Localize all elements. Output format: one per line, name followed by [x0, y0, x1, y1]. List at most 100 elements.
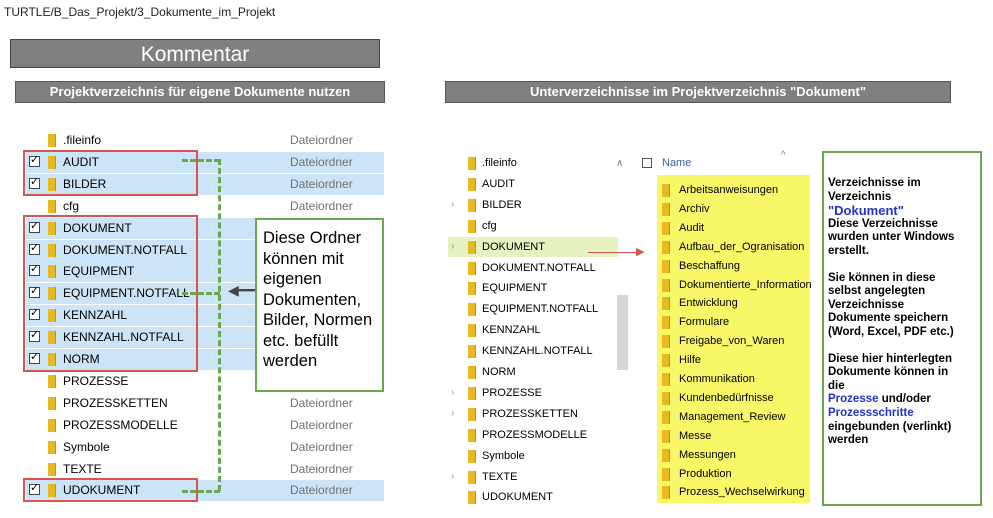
scroll-up-icon[interactable]: ∧	[616, 158, 623, 169]
tree-item[interactable]: NORM	[448, 362, 618, 382]
subfolder-label: Messe	[679, 429, 712, 442]
folder-row[interactable]: cfg Dateiordner	[26, 196, 384, 217]
name-column-header[interactable]: Name	[662, 157, 691, 169]
tree-item[interactable]: PROZESSMODELLE	[448, 425, 618, 445]
tree-item-label: AUDIT	[482, 177, 515, 190]
folder-row[interactable]: PROZESSKETTEN Dateiordner	[26, 393, 384, 414]
tree-item[interactable]: KENNZAHL.NOTFALL	[448, 341, 618, 361]
folder-name: PROZESSKETTEN	[63, 395, 168, 410]
tree-scrollbar[interactable]	[617, 295, 628, 370]
folder-row[interactable]: PROZESSMODELLE Dateiordner	[26, 415, 384, 436]
tree-item[interactable]: AUDIT	[448, 174, 618, 194]
folder-row[interactable]: .fileinfo Dateiordner	[26, 130, 384, 151]
folder-icon	[48, 418, 56, 432]
subfolder-label: Management_Review	[679, 410, 786, 423]
folder-icon	[48, 396, 56, 410]
info-line: wurden unter Windows	[828, 231, 955, 244]
folder-type: Dateiordner	[290, 154, 353, 169]
chevron-right-icon[interactable]: ›	[451, 383, 454, 403]
select-all-checkbox[interactable]	[642, 158, 652, 168]
chevron-right-icon[interactable]: ›	[451, 404, 454, 424]
info-line: Verzeichnisse im	[828, 177, 921, 189]
folder-name: PROZESSMODELLE	[63, 417, 178, 432]
folder-icon	[48, 462, 56, 476]
tree-item[interactable]: EQUIPMENT	[448, 278, 618, 298]
folder-name: TEXTE	[63, 461, 102, 476]
folder-icon	[468, 386, 476, 400]
folder-icon	[662, 316, 670, 330]
info-line: Verzeichnisse	[828, 298, 905, 311]
folder-icon	[48, 440, 56, 454]
subfolder-label: Audit	[679, 221, 705, 234]
info-line: Verzeichnis	[828, 190, 892, 203]
folder-row[interactable]: TEXTE Dateiordner	[26, 459, 384, 480]
folder-name: .fileinfo	[63, 133, 102, 147]
tree-item-label: PROZESSKETTEN	[482, 407, 578, 420]
callout-text: Diese Ordner können mit eigenen Dokument…	[263, 229, 373, 370]
folder-icon	[468, 407, 476, 421]
tree-item[interactable]: .fileinfo	[448, 153, 618, 173]
tree-item[interactable]: Symbole	[448, 446, 618, 466]
subfolder-label: Messungen	[679, 448, 736, 461]
folder-type: Dateiordner	[290, 417, 353, 432]
right-section-banner: Unterverzeichnisse im Projektverzeichnis…	[445, 81, 951, 103]
folder-icon	[468, 345, 476, 359]
folder-icon	[468, 428, 476, 442]
tree-item[interactable]: › DOKUMENT	[448, 236, 618, 257]
tree-item[interactable]: UDOKUMENT	[448, 487, 618, 507]
tree-item[interactable]: cfg	[448, 216, 618, 236]
folder-icon	[468, 282, 476, 296]
folder-icon	[662, 184, 670, 197]
folder-type: Dateiordner	[290, 461, 353, 476]
subfolder-label: Kommunikation	[679, 373, 755, 385]
folder-icon	[48, 374, 56, 388]
chevron-right-icon[interactable]: ›	[451, 467, 454, 487]
folder-type: Dateiordner	[290, 395, 353, 410]
tree-item[interactable]: › TEXTE	[448, 467, 618, 487]
folder-name: PROZESSE	[63, 373, 129, 388]
tree-item[interactable]: › PROZESSE	[448, 383, 618, 403]
info-line: werden	[828, 434, 869, 447]
info-line: Dokumente speichern	[828, 312, 949, 325]
subfolder-label: Formulare	[679, 316, 730, 329]
info-box: Verzeichnisse im Verzeichnis "Dokument" …	[822, 151, 982, 506]
prozesse-link: Prozesse	[828, 393, 879, 406]
subfolder-label: Entwicklung	[679, 297, 738, 310]
chevron-right-icon[interactable]: ›	[451, 237, 454, 257]
tree-item[interactable]: › BILDER	[448, 195, 618, 215]
folder-icon	[468, 470, 476, 484]
tree-item[interactable]: DOKUMENT.NOTFALL	[448, 258, 618, 278]
callout-box: Diese Ordner können mit eigenen Dokument…	[255, 218, 384, 392]
folder-row[interactable]: Symbole Dateiordner	[26, 437, 384, 458]
info-line: Diese Verzeichnisse	[828, 217, 938, 230]
highlight-udokument	[23, 478, 198, 502]
connector-top	[182, 159, 220, 162]
tree-item[interactable]: › PROZESSKETTEN	[448, 404, 618, 424]
subfolder-label: Arbeitsanweisungen	[679, 184, 779, 196]
subfolder-label: Kundenbedürfnisse	[679, 391, 774, 404]
folder-icon	[468, 366, 476, 379]
folder-icon	[662, 297, 670, 311]
tree-item-label: PROZESSMODELLE	[482, 428, 588, 441]
folder-icon	[468, 491, 476, 505]
tree-item-label: EQUIPMENT	[482, 282, 548, 295]
tree-item-label: DOKUMENT.NOTFALL	[482, 261, 596, 274]
folder-icon	[662, 202, 670, 216]
tree-item-label: KENNZAHL	[482, 324, 541, 337]
left-section-banner: Projektverzeichnis für eigene Dokumente …	[15, 81, 385, 103]
folder-icon	[662, 467, 670, 481]
info-line: und/oder	[878, 393, 931, 406]
tree-item[interactable]: EQUIPMENT.NOTFALL	[448, 299, 618, 319]
chevron-right-icon[interactable]: ›	[451, 195, 454, 215]
info-line: Sie können in diese	[828, 271, 936, 284]
folder-name: cfg	[63, 198, 80, 213]
folder-icon	[662, 278, 670, 292]
folder-icon	[468, 177, 476, 191]
info-line: Dokumente können in	[828, 366, 949, 379]
info-line: (Word, Excel, PDF etc.)	[828, 325, 954, 338]
folder-type: Dateiordner	[290, 133, 353, 147]
folder-icon	[662, 429, 670, 443]
breadcrumb: TURTLE/B_Das_Projekt/3_Dokumente_im_Proj…	[4, 5, 276, 19]
info-highlight: "Dokument"	[828, 203, 904, 219]
tree-item[interactable]: KENNZAHL	[448, 320, 618, 340]
